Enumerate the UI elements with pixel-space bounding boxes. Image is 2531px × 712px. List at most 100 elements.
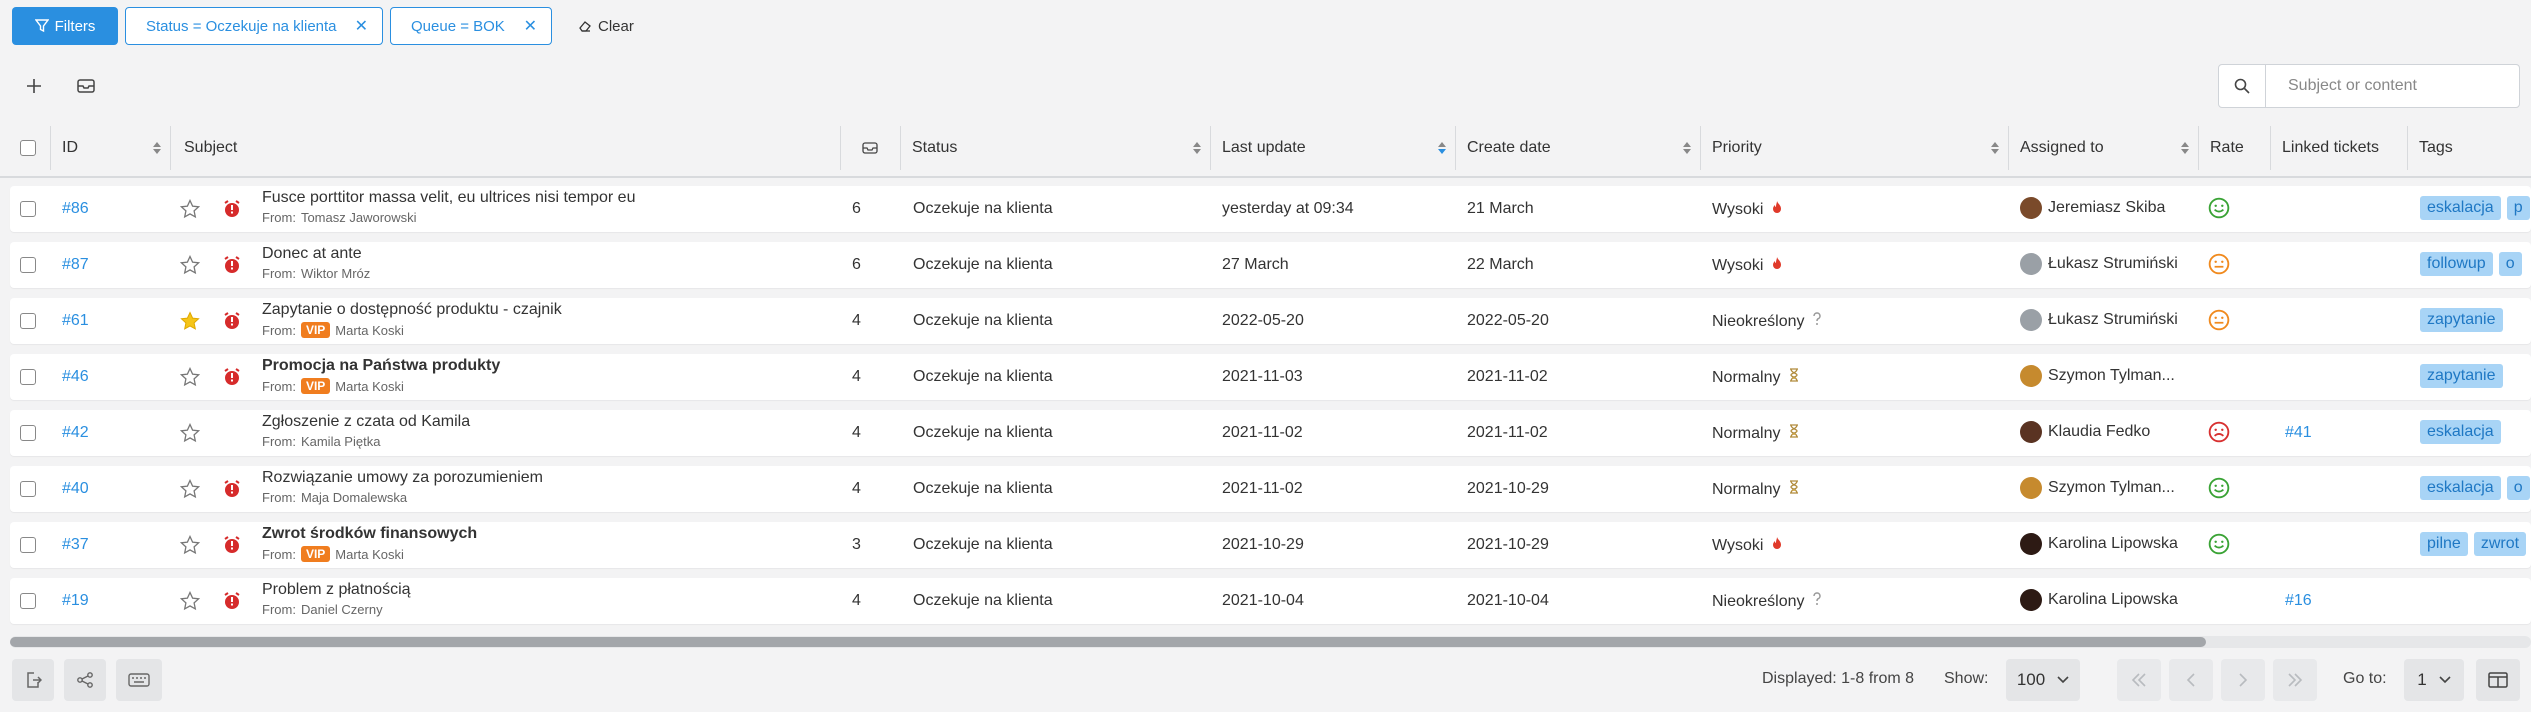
filter-chip-queue[interactable]: Queue = BOK ✕ bbox=[390, 7, 552, 45]
assignee-cell[interactable]: Karolina Lipowska bbox=[2020, 533, 2178, 555]
ticket-subject[interactable]: Zapytanie o dostępność produktu - czajni… bbox=[262, 301, 562, 319]
horizontal-scrollbar[interactable] bbox=[10, 636, 2531, 648]
tag-badge[interactable]: zapytanie bbox=[2420, 364, 2503, 388]
ticket-id-link[interactable]: #86 bbox=[62, 200, 89, 218]
ticket-subject-cell[interactable]: Zwrot środków finansowych From: VIP Marta K… bbox=[262, 525, 477, 562]
ticket-id-link[interactable]: #19 bbox=[62, 592, 89, 610]
ticket-id-link[interactable]: #61 bbox=[62, 312, 89, 330]
table-row[interactable]: #19 Problem z płatnością From: Daniel Czern… bbox=[10, 578, 2531, 624]
table-row[interactable]: #86 Fusce porttitor massa velit, eu ultri… bbox=[10, 186, 2531, 232]
star-icon[interactable] bbox=[179, 590, 201, 616]
add-ticket-button[interactable] bbox=[20, 72, 48, 100]
star-icon[interactable] bbox=[179, 422, 201, 448]
search-input[interactable]: Subject or content bbox=[2266, 77, 2417, 95]
star-icon[interactable] bbox=[179, 366, 201, 392]
ticket-subject[interactable]: Rozwiązanie umowy za porozumieniem bbox=[262, 469, 543, 487]
tag-badge[interactable]: zwrot bbox=[2473, 532, 2527, 556]
last-page-button[interactable] bbox=[2273, 659, 2317, 701]
tag-badge[interactable]: p bbox=[2506, 196, 2530, 220]
tag-badge[interactable]: o bbox=[2498, 252, 2522, 276]
column-last-update[interactable]: Last update bbox=[1210, 118, 1455, 178]
star-icon[interactable] bbox=[179, 478, 201, 504]
assignee-cell[interactable]: Klaudia Fedko bbox=[2020, 421, 2150, 443]
ticket-subject-cell[interactable]: Zapytanie o dostępność produktu - czajni… bbox=[262, 301, 562, 338]
column-tags[interactable]: Tags bbox=[2407, 118, 2531, 178]
row-checkbox[interactable] bbox=[20, 257, 36, 273]
filters-button[interactable]: Filters bbox=[12, 7, 118, 45]
row-checkbox[interactable] bbox=[20, 201, 36, 217]
row-checkbox[interactable] bbox=[20, 369, 36, 385]
share-button[interactable] bbox=[64, 659, 106, 701]
row-checkbox[interactable] bbox=[20, 481, 36, 497]
tag-badge[interactable]: o bbox=[2506, 476, 2530, 500]
filter-chip-status[interactable]: Status = Oczekuje na klienta ✕ bbox=[125, 7, 383, 45]
ticket-id-link[interactable]: #42 bbox=[62, 424, 89, 442]
assignee-cell[interactable]: Szymon Tylman... bbox=[2020, 365, 2175, 387]
tag-badge[interactable]: pilne bbox=[2420, 532, 2468, 556]
column-priority[interactable]: Priority bbox=[1700, 118, 2008, 178]
column-assigned-to[interactable]: Assigned to bbox=[2008, 118, 2198, 178]
star-icon[interactable] bbox=[179, 254, 201, 280]
ticket-subject-cell[interactable]: Fusce porttitor massa velit, eu ultrices… bbox=[262, 189, 635, 225]
ticket-subject-cell[interactable]: Donec at ante From: Wiktor Mróz bbox=[262, 245, 370, 281]
tag-badge[interactable]: eskalacja bbox=[2420, 476, 2501, 500]
column-rate[interactable]: Rate bbox=[2198, 118, 2270, 178]
export-button[interactable] bbox=[12, 659, 54, 701]
close-icon[interactable]: ✕ bbox=[355, 16, 368, 36]
star-filled-icon[interactable] bbox=[180, 311, 200, 336]
ticket-subject[interactable]: Promocja na Państwa produkty bbox=[262, 357, 500, 375]
search-box[interactable]: Subject or content bbox=[2218, 64, 2520, 108]
scrollbar-thumb[interactable] bbox=[10, 637, 2206, 647]
next-page-button[interactable] bbox=[2221, 659, 2265, 701]
page-size-select[interactable]: 100 bbox=[2006, 659, 2080, 701]
ticket-subject[interactable]: Donec at ante bbox=[262, 245, 370, 263]
prev-page-button[interactable] bbox=[2169, 659, 2213, 701]
ticket-subject[interactable]: Zgłoszenie z czata od Kamila bbox=[262, 413, 470, 431]
linked-ticket-link[interactable]: #41 bbox=[2285, 424, 2312, 442]
column-messages[interactable] bbox=[840, 118, 900, 178]
table-row[interactable]: #42 Zgłoszenie z czata od Kamila From: Kami… bbox=[10, 410, 2531, 456]
assignee-cell[interactable]: Szymon Tylman... bbox=[2020, 477, 2175, 499]
star-icon[interactable] bbox=[179, 198, 201, 224]
row-checkbox[interactable] bbox=[20, 313, 36, 329]
table-row[interactable]: #37 Zwrot środków finansowych From: VIP Mart… bbox=[10, 522, 2531, 568]
ticket-subject-cell[interactable]: Rozwiązanie umowy za porozumieniem From: M… bbox=[262, 469, 543, 505]
table-row[interactable]: #46 Promocja na Państwa produkty From: VIP M… bbox=[10, 354, 2531, 400]
ticket-id-link[interactable]: #46 bbox=[62, 368, 89, 386]
column-id[interactable]: ID bbox=[50, 118, 170, 178]
ticket-id-link[interactable]: #87 bbox=[62, 256, 89, 274]
tag-badge[interactable]: eskalacja bbox=[2420, 420, 2501, 444]
tag-badge[interactable]: eskalacja bbox=[2420, 196, 2501, 220]
table-row[interactable]: #61 Zapytanie o dostępność produktu - cza… bbox=[10, 298, 2531, 344]
column-subject[interactable]: Subject bbox=[170, 118, 840, 178]
assignee-cell[interactable]: Karolina Lipowska bbox=[2020, 589, 2178, 611]
tag-badge[interactable]: followup bbox=[2420, 252, 2493, 276]
assignee-cell[interactable]: Łukasz Strumiński bbox=[2020, 253, 2178, 275]
columns-layout-button[interactable] bbox=[2476, 659, 2520, 701]
goto-page-select[interactable]: 1 bbox=[2404, 659, 2464, 701]
assignee-cell[interactable]: Jeremiasz Skiba bbox=[2020, 197, 2165, 219]
ticket-subject-cell[interactable]: Problem z płatnością From: Daniel Czerny bbox=[262, 581, 411, 617]
star-icon[interactable] bbox=[179, 534, 201, 560]
select-all-checkbox[interactable] bbox=[20, 140, 36, 156]
row-checkbox[interactable] bbox=[20, 537, 36, 553]
keyboard-shortcuts-button[interactable] bbox=[116, 659, 162, 701]
clear-filters-button[interactable]: Clear bbox=[578, 7, 634, 45]
column-create-date[interactable]: Create date bbox=[1455, 118, 1700, 178]
assignee-cell[interactable]: Łukasz Strumiński bbox=[2020, 309, 2178, 331]
ticket-subject[interactable]: Problem z płatnością bbox=[262, 581, 411, 599]
row-checkbox[interactable] bbox=[20, 593, 36, 609]
tag-badge[interactable]: zapytanie bbox=[2420, 308, 2503, 332]
ticket-subject[interactable]: Fusce porttitor massa velit, eu ultrices… bbox=[262, 189, 635, 207]
ticket-subject[interactable]: Zwrot środków finansowych bbox=[262, 525, 477, 543]
linked-ticket-link[interactable]: #16 bbox=[2285, 592, 2312, 610]
row-checkbox[interactable] bbox=[20, 425, 36, 441]
table-row[interactable]: #40 Rozwiązanie umowy za porozumieniem Fro… bbox=[10, 466, 2531, 512]
column-status[interactable]: Status bbox=[900, 118, 1210, 178]
ticket-subject-cell[interactable]: Promocja na Państwa produkty From: VIP Mart… bbox=[262, 357, 500, 394]
inbox-button[interactable] bbox=[72, 72, 100, 100]
first-page-button[interactable] bbox=[2117, 659, 2161, 701]
close-icon[interactable]: ✕ bbox=[524, 16, 537, 36]
column-linked-tickets[interactable]: Linked tickets bbox=[2270, 118, 2407, 178]
ticket-subject-cell[interactable]: Zgłoszenie z czata od Kamila From: Kamila … bbox=[262, 413, 470, 449]
